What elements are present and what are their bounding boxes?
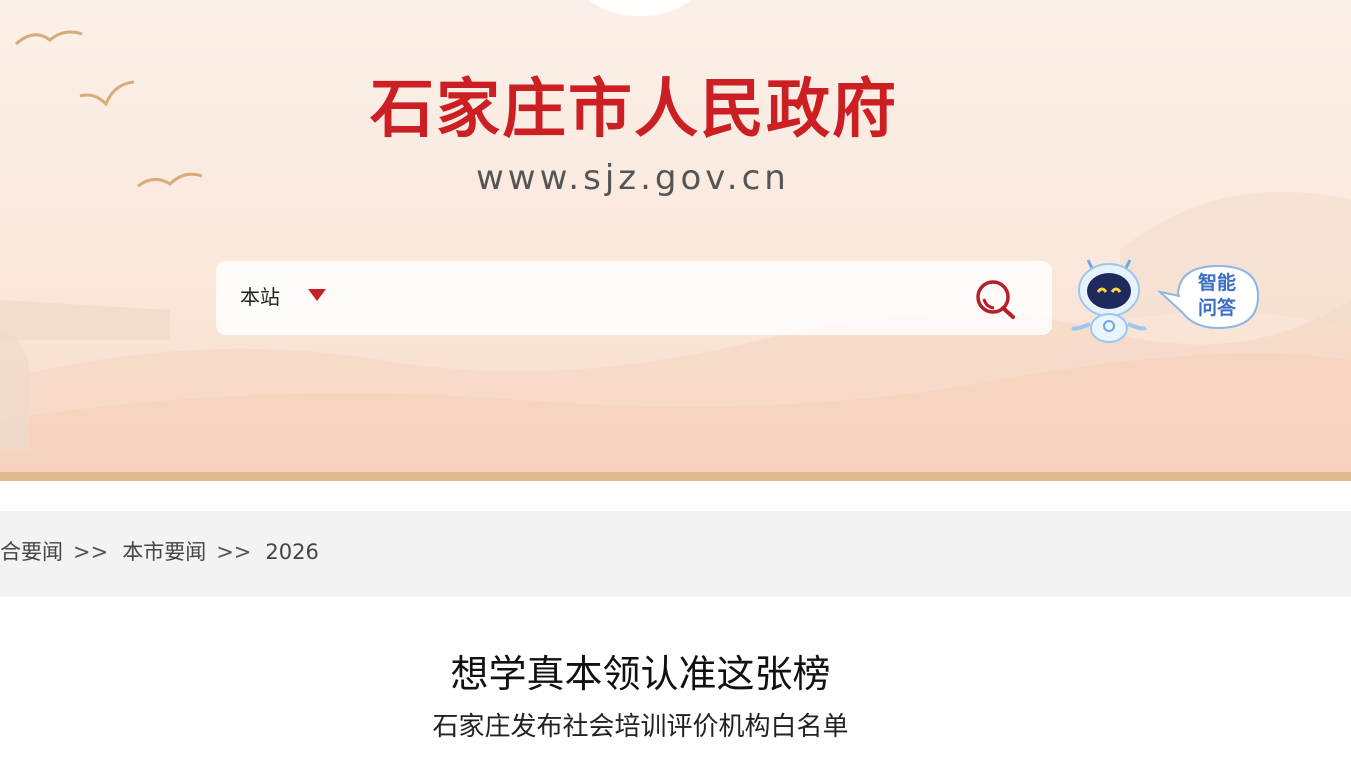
article-subtitle: 石家庄发布社会培训评价机构白名单 [432,712,849,742]
triangle-down-icon[interactable] [308,289,326,301]
breadcrumb: 合要闻 >> 本市要闻 >> 2026 [0,537,323,567]
header-divider [0,472,1351,481]
qa-label-line1: 智能 [1197,272,1236,294]
search-scope-select[interactable]: 本站 [240,283,280,311]
breadcrumb-item[interactable]: 2026 [265,540,318,564]
search-bar: 本站 [216,261,1052,335]
qa-label-line2: 问答 [1197,297,1236,319]
site-title: 石家庄市人民政府 [370,73,898,147]
bird-icon [15,30,83,46]
search-icon [976,280,1015,319]
search-button[interactable] [974,277,1018,321]
bird-icon [137,172,203,188]
site-url: www.sjz.gov.cn [476,158,790,198]
search-input[interactable] [346,277,950,321]
article-title: 想学真本领认准这张榜 [450,652,831,696]
site-header: 石家庄市人民政府 www.sjz.gov.cn 本站 智能 问答 [0,0,1351,472]
smart-qa-button[interactable]: 智能 问答 [1158,262,1260,332]
breadcrumb-separator: >> [73,540,109,564]
breadcrumb-separator: >> [216,540,252,564]
breadcrumb-item[interactable]: 合要闻 [0,540,63,564]
bird-icon [79,80,135,107]
robot-assistant-icon[interactable] [1068,258,1150,348]
breadcrumb-bar: 合要闻 >> 本市要闻 >> 2026 [0,511,1351,597]
breadcrumb-item[interactable]: 本市要闻 [122,540,206,564]
